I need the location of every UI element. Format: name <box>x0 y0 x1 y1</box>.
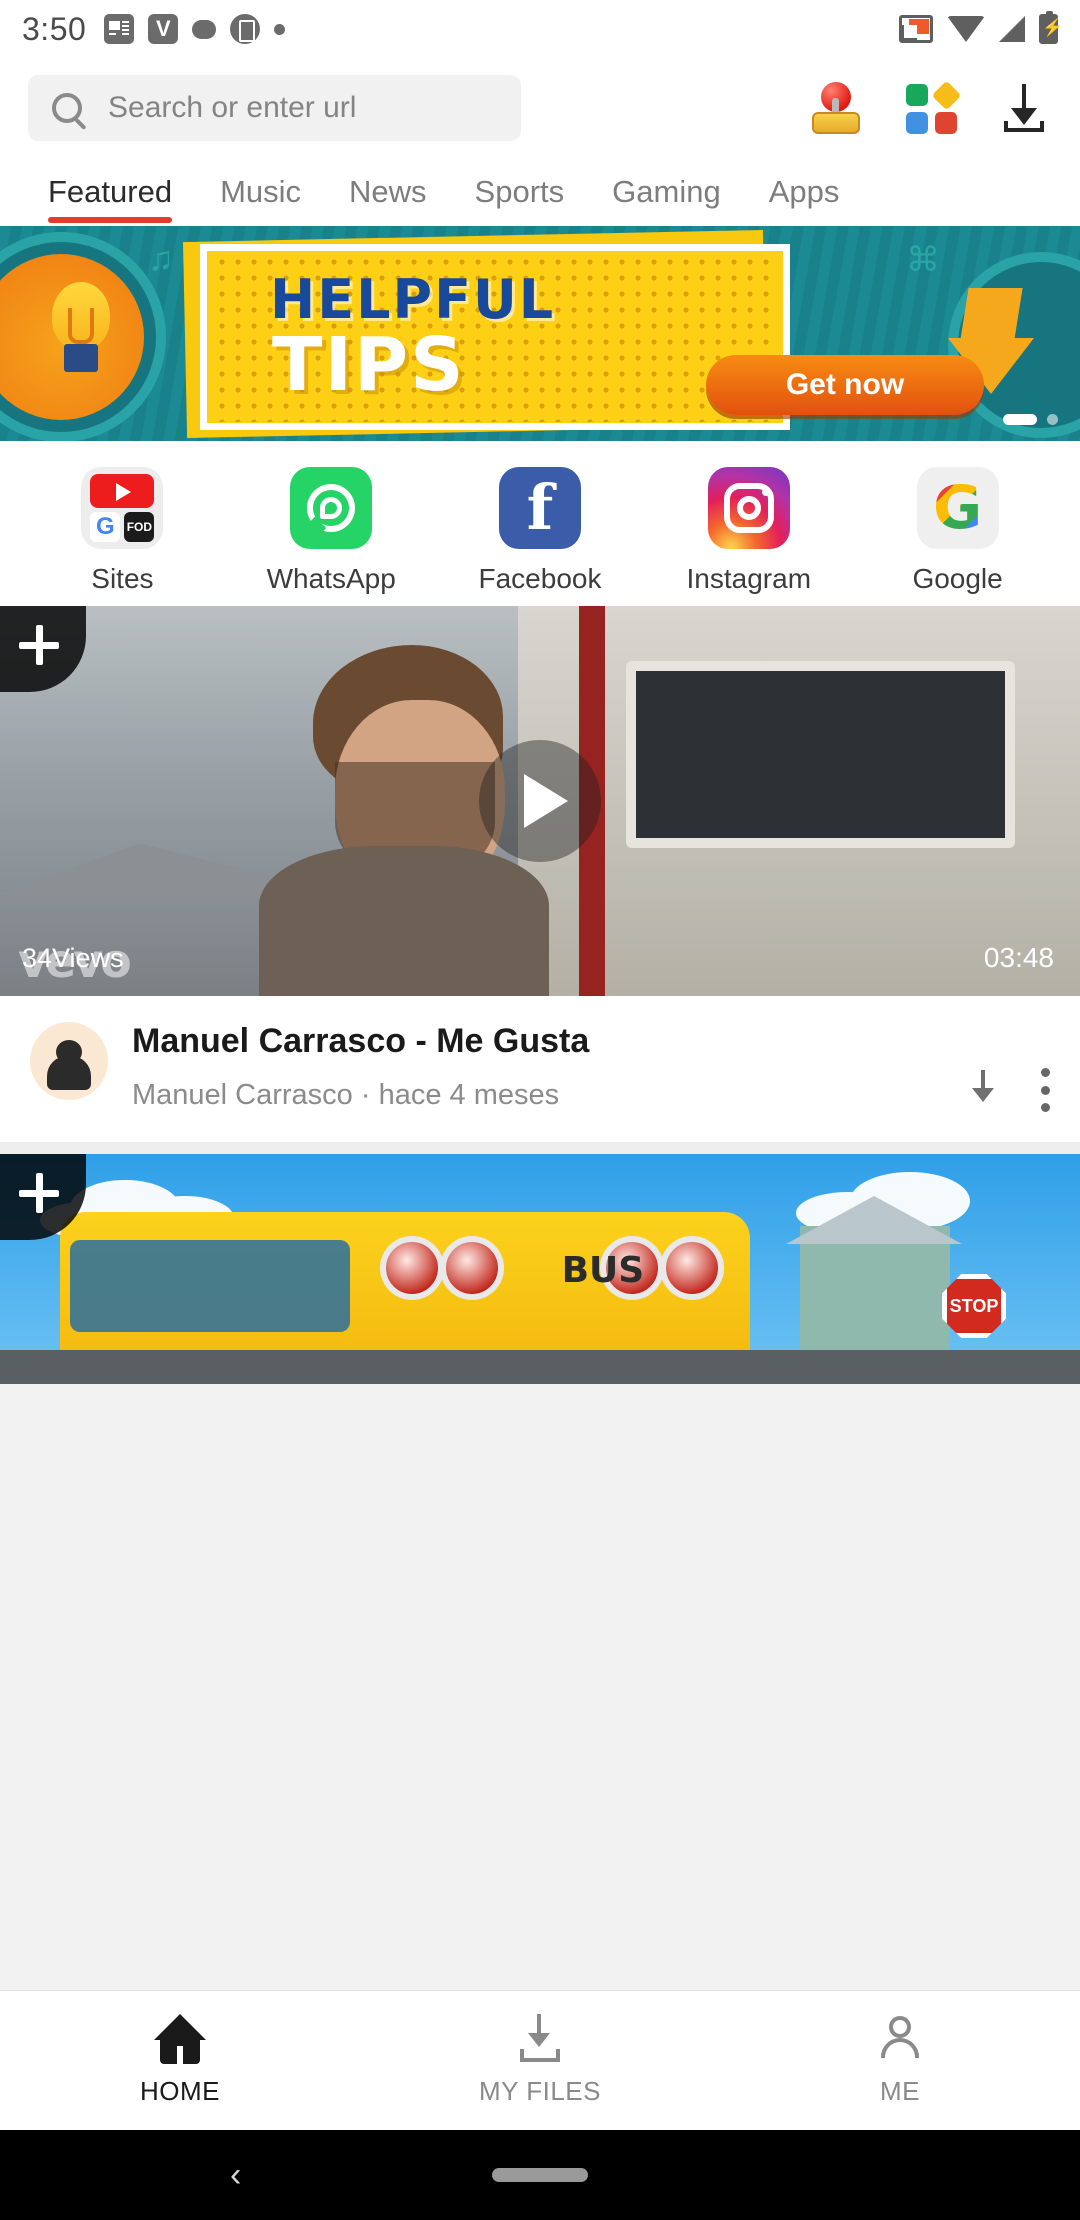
download-files-icon <box>516 2014 564 2064</box>
nav-me[interactable]: ME <box>720 1991 1080 2130</box>
video-actions <box>966 1022 1050 1112</box>
avatar <box>30 1022 108 1100</box>
news-icon <box>104 14 135 44</box>
video-subtitle: Manuel Carrasco · hace 4 meses <box>132 1079 560 1111</box>
dot-icon <box>274 23 286 35</box>
google-icon: G <box>916 467 999 549</box>
android-navigation-bar: ‹ <box>0 2130 1080 2220</box>
nav-my-files[interactable]: MY FILES <box>360 1991 720 2130</box>
nav-label-my-files: MY FILES <box>478 2076 601 2106</box>
tab-news[interactable]: News <box>325 174 451 210</box>
shortcut-label-sites: Sites <box>91 563 154 594</box>
video-thumbnail-2[interactable]: BUS STOP <box>0 1154 1080 1384</box>
person-icon <box>876 2014 924 2064</box>
video-thumbnail-1[interactable]: vevo 34Views 03:48 <box>0 606 1080 996</box>
play-icon[interactable] <box>479 740 601 862</box>
page-dot[interactable] <box>1047 414 1058 425</box>
facebook-icon: f <box>498 467 581 549</box>
bottom-navigation: HOME MY FILES ME <box>0 1990 1080 2130</box>
signal-icon <box>999 16 1025 42</box>
shortcut-label-facebook: Facebook <box>478 563 602 594</box>
chat-bubble-icon <box>192 19 217 39</box>
sites-folder-icon: G FOD <box>81 467 164 549</box>
video-text-block: Manuel Carrasco - Me Gusta Manuel Carras… <box>132 1022 942 1112</box>
tab-gaming[interactable]: Gaming <box>588 174 745 210</box>
video-views: 34Views <box>22 943 124 973</box>
page-dot-active[interactable] <box>1003 414 1037 425</box>
shortcut-google[interactable]: G Google <box>853 467 1062 595</box>
phone-screen: 3:50 V Search or enter url <box>0 0 1080 2220</box>
tab-featured[interactable]: Featured <box>30 174 196 223</box>
music-note-icon: ♫ <box>148 240 174 278</box>
nav-label-home: HOME <box>140 2076 220 2106</box>
browser-toolbar: Search or enter url <box>0 58 1080 158</box>
banner-page-dots <box>1003 414 1058 425</box>
shortcut-facebook[interactable]: f Facebook <box>436 467 645 595</box>
feed-divider <box>0 1142 1080 1154</box>
fod-mini-label: FOD <box>124 512 155 542</box>
lightbulb-icon <box>38 282 124 386</box>
banner-title-line2: TIPS <box>272 322 466 408</box>
joystick-icon[interactable] <box>810 82 862 134</box>
shortcut-label-google: Google <box>912 563 1003 594</box>
google-mini-label: G <box>90 512 121 542</box>
video-card-2: BUS STOP <box>0 1154 1080 1384</box>
shortcut-whatsapp[interactable]: WhatsApp <box>227 467 436 595</box>
status-system-icons <box>899 11 1063 44</box>
search-placeholder: Search or enter url <box>108 91 357 124</box>
download-icon[interactable] <box>966 1070 1000 1110</box>
home-pill[interactable] <box>492 2168 588 2182</box>
download-icon[interactable] <box>1002 84 1046 132</box>
wifi-icon <box>947 16 985 42</box>
shortcut-row: G FOD Sites WhatsApp f Facebook Instagra… <box>0 441 1080 606</box>
shortcut-sites[interactable]: G FOD Sites <box>18 467 227 595</box>
bus-label: BUS <box>561 1250 645 1291</box>
note-app-icon <box>230 14 261 44</box>
tab-music[interactable]: Music <box>196 174 325 210</box>
shortcut-label-instagram: Instagram <box>686 563 812 594</box>
nav-label-me: ME <box>880 2076 920 2106</box>
video-title: Manuel Carrasco - Me Gusta <box>132 1022 590 1060</box>
apps-grid-icon[interactable] <box>906 80 962 134</box>
search-icon <box>52 93 82 123</box>
toolbar-actions <box>810 80 1052 134</box>
video-feed: vevo 34Views 03:48 Manuel Carrasco - Me … <box>0 606 1080 1990</box>
cast-icon <box>899 15 933 43</box>
status-time: 3:50 <box>22 10 87 47</box>
video-meta-1: Manuel Carrasco - Me Gusta Manuel Carras… <box>0 996 1080 1142</box>
more-options-icon[interactable] <box>1040 1068 1050 1112</box>
battery-charging-icon <box>1039 11 1063 44</box>
shortcut-label-whatsapp: WhatsApp <box>266 563 396 594</box>
status-notification-icons: V <box>104 14 286 44</box>
game-icon: ⌘ <box>906 241 940 279</box>
category-tabs: Featured Music News Sports Gaming Apps <box>0 158 1080 226</box>
shortcut-instagram[interactable]: Instagram <box>644 467 853 595</box>
promo-banner[interactable]: ☰ ♫ ⌘ ♪ HELPFUL TIPS Get now <box>0 226 1080 441</box>
nav-home[interactable]: HOME <box>0 1991 360 2130</box>
vimeo-app-icon: V <box>148 14 179 44</box>
status-bar: 3:50 V <box>0 0 1080 58</box>
home-icon <box>154 2014 206 2064</box>
tab-sports[interactable]: Sports <box>451 174 589 210</box>
get-now-button[interactable]: Get now <box>706 355 984 415</box>
whatsapp-icon <box>290 467 373 549</box>
instagram-icon <box>707 467 790 549</box>
back-icon[interactable]: ‹ <box>230 2156 241 2195</box>
video-card-1: vevo 34Views 03:48 Manuel Carrasco - Me … <box>0 606 1080 1142</box>
tab-apps[interactable]: Apps <box>745 174 864 210</box>
video-duration: 03:48 <box>983 942 1054 973</box>
search-input[interactable]: Search or enter url <box>28 75 521 141</box>
